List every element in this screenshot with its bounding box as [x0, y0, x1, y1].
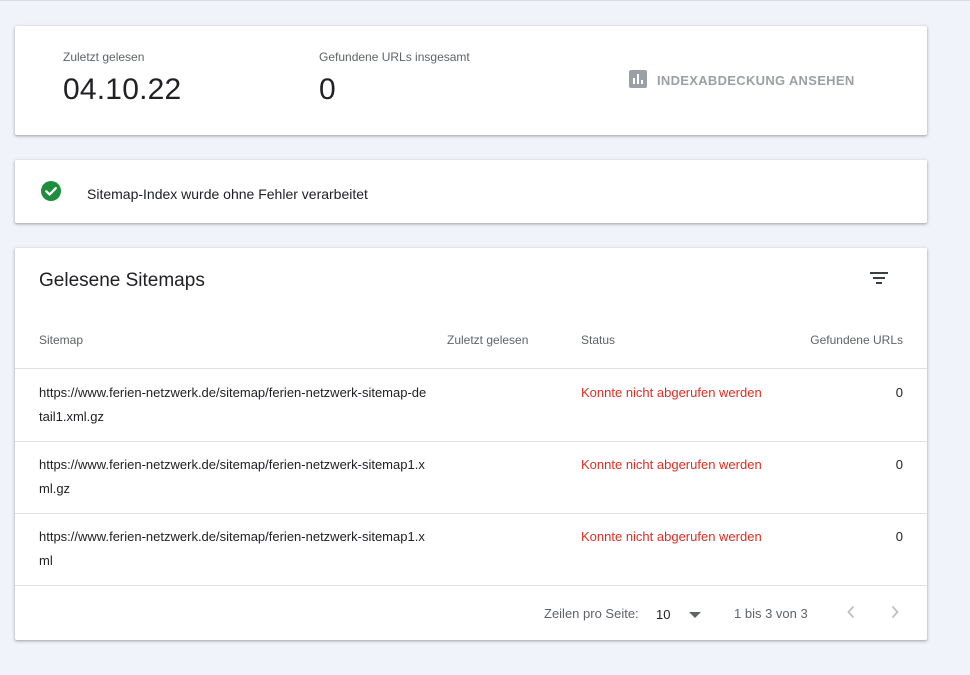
column-header-sitemap[interactable]: Sitemap — [39, 333, 83, 347]
column-header-found-urls[interactable]: Gefundene URLs — [810, 333, 903, 347]
bar-chart-icon — [629, 70, 647, 91]
row-status: Konnte nicht abgerufen werden — [581, 529, 762, 544]
row-sitemap-url[interactable]: https://www.ferien-netzwerk.de/sitemap/f… — [39, 381, 429, 429]
table-pagination: Zeilen pro Seite: 10 1 bis 3 von 3 — [15, 585, 927, 640]
found-urls-label: Gefundene URLs insgesamt — [319, 50, 470, 64]
table-title: Gelesene Sitemaps — [39, 270, 205, 291]
chevron-right-icon — [883, 605, 907, 627]
row-sitemap-url[interactable]: https://www.ferien-netzwerk.de/sitemap/f… — [39, 453, 429, 501]
previous-page-button[interactable] — [839, 600, 863, 624]
found-urls-value: 0 — [319, 73, 336, 106]
table-row[interactable]: https://www.ferien-netzwerk.de/sitemap/f… — [15, 513, 927, 586]
status-row: Sitemap-Index wurde ohne Fehler verarbei… — [40, 180, 368, 207]
row-found-urls: 0 — [895, 385, 903, 400]
last-read-label: Zuletzt gelesen — [63, 50, 145, 64]
next-page-button[interactable] — [883, 600, 907, 624]
row-sitemap-url[interactable]: https://www.ferien-netzwerk.de/sitemap/f… — [39, 525, 429, 573]
last-read-value: 04.10.22 — [63, 73, 182, 106]
filter-button[interactable] — [867, 266, 891, 290]
row-found-urls: 0 — [895, 529, 903, 544]
last-read-stat: Zuletzt gelesen 04.10.22 — [63, 50, 181, 107]
rows-per-page-value: 10 — [656, 606, 671, 622]
view-coverage-button[interactable]: INDEXABDECKUNG ANSEHEN — [629, 70, 855, 91]
row-status: Konnte nicht abgerufen werden — [581, 385, 762, 400]
view-coverage-label: INDEXABDECKUNG ANSEHEN — [657, 73, 855, 88]
status-card: Sitemap-Index wurde ohne Fehler verarbei… — [15, 160, 927, 223]
summary-card: Zuletzt gelesen 04.10.22 Gefundene URLs … — [15, 26, 927, 135]
rows-per-page-select[interactable]: 10 — [656, 601, 702, 627]
sitemaps-table-card: Gelesene Sitemaps Sitemap Zuletzt gelese… — [15, 248, 927, 640]
pagination-range: 1 bis 3 von 3 — [734, 606, 808, 621]
row-status: Konnte nicht abgerufen werden — [581, 457, 762, 472]
filter-icon — [867, 272, 891, 294]
table-row[interactable]: https://www.ferien-netzwerk.de/sitemap/f… — [15, 369, 927, 442]
status-message: Sitemap-Index wurde ohne Fehler verarbei… — [87, 185, 368, 202]
table-row[interactable]: https://www.ferien-netzwerk.de/sitemap/f… — [15, 441, 927, 514]
caret-down-icon — [688, 607, 702, 622]
column-header-status[interactable]: Status — [581, 333, 615, 347]
column-header-last-read[interactable]: Zuletzt gelesen — [447, 333, 528, 347]
chevron-left-icon — [839, 605, 863, 627]
top-divider — [0, 0, 970, 1]
found-urls-stat: Gefundene URLs insgesamt 0 — [319, 50, 470, 107]
rows-per-page-label: Zeilen pro Seite: — [544, 606, 639, 621]
row-found-urls: 0 — [895, 457, 903, 472]
check-circle-icon — [40, 180, 62, 207]
